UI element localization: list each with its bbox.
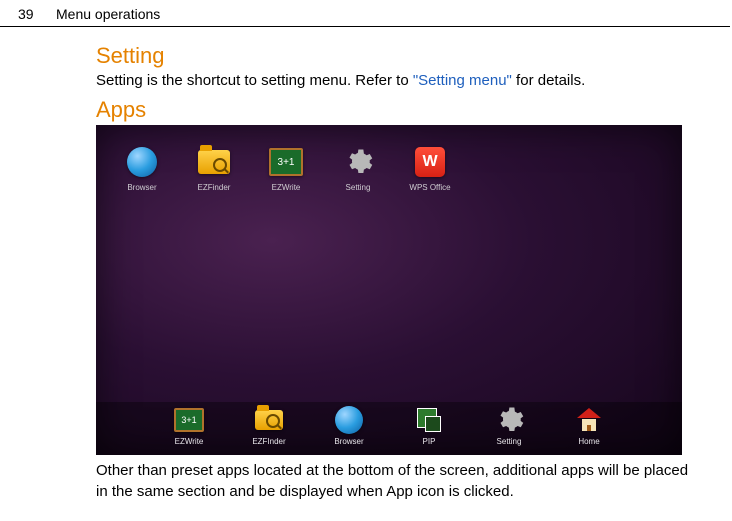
dock-ezwrite[interactable]: 3+1 EZWrite: [164, 405, 214, 446]
home-icon: [574, 405, 604, 435]
dock-pip[interactable]: PIP: [404, 405, 454, 446]
page-header: 39 Menu operations: [0, 0, 732, 26]
dock-setting[interactable]: Setting: [484, 405, 534, 446]
setting-menu-link[interactable]: "Setting menu": [413, 72, 512, 89]
wps-icon: W: [413, 145, 447, 179]
folder-icon: [197, 145, 231, 179]
app-browser[interactable]: Browser: [118, 145, 166, 192]
dock-label: PIP: [423, 437, 436, 446]
board-icon: 3+1: [174, 405, 204, 435]
app-label: EZFinder: [198, 183, 231, 192]
top-apps-row: Browser EZFinder 3+1 EZWrite Setting W W…: [118, 145, 454, 192]
gear-icon: [341, 145, 375, 179]
folder-icon: [254, 405, 284, 435]
setting-paragraph: Setting is the shortcut to setting menu.…: [96, 71, 692, 91]
app-label: WPS Office: [409, 183, 450, 192]
app-label: EZWrite: [272, 183, 301, 192]
heading-setting: Setting: [96, 43, 692, 69]
app-ezfinder[interactable]: EZFinder: [190, 145, 238, 192]
dock-ezfinder[interactable]: EZFInder: [244, 405, 294, 446]
dock-browser[interactable]: Browser: [324, 405, 374, 446]
globe-icon: [334, 405, 364, 435]
section-title: Menu operations: [56, 6, 160, 22]
content-area: Setting Setting is the shortcut to setti…: [0, 27, 732, 502]
setting-text-after: for details.: [512, 72, 585, 89]
apps-screenshot: Browser EZFinder 3+1 EZWrite Setting W W…: [96, 125, 682, 455]
app-wps-office[interactable]: W WPS Office: [406, 145, 454, 192]
app-ezwrite[interactable]: 3+1 EZWrite: [262, 145, 310, 192]
app-label: Browser: [127, 183, 156, 192]
dock-label: EZFInder: [252, 437, 285, 446]
page-number: 39: [18, 6, 56, 22]
dock-label: Browser: [334, 437, 363, 446]
dock-bar: 3+1 EZWrite EZFInder Browser PIP Setting: [96, 402, 682, 455]
dock-label: Home: [578, 437, 599, 446]
heading-apps: Apps: [96, 97, 692, 123]
app-label: Setting: [346, 183, 371, 192]
app-setting[interactable]: Setting: [334, 145, 382, 192]
dock-label: EZWrite: [175, 437, 204, 446]
apps-paragraph: Other than preset apps located at the bo…: [96, 461, 692, 502]
dock-home[interactable]: Home: [564, 405, 614, 446]
dock-label: Setting: [497, 437, 522, 446]
gear-icon: [494, 405, 524, 435]
board-icon: 3+1: [269, 145, 303, 179]
setting-text-before: Setting is the shortcut to setting menu.…: [96, 72, 413, 89]
globe-icon: [125, 145, 159, 179]
pip-icon: [414, 405, 444, 435]
